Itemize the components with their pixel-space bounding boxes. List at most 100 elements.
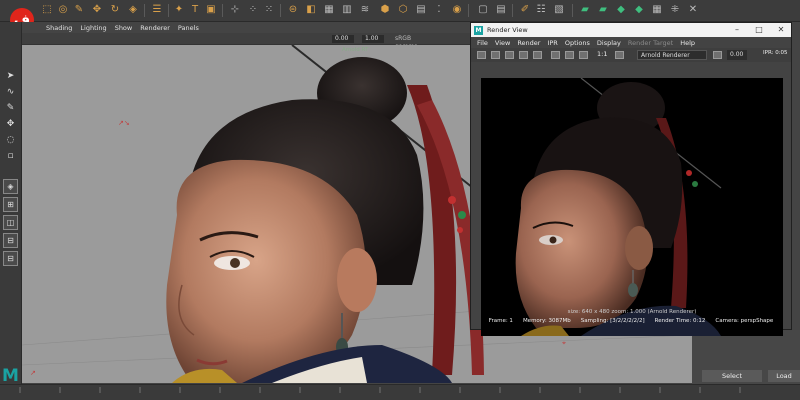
svg-text:↗↘: ↗↘ xyxy=(118,119,130,127)
rv-menu-display[interactable]: Display xyxy=(597,39,621,47)
rv-menu-file[interactable]: File xyxy=(477,39,488,47)
settings-gear-icon[interactable] xyxy=(713,51,722,59)
snap-grid-icon[interactable]: ⁙ xyxy=(262,3,276,17)
ratio-label[interactable]: 1:1 xyxy=(597,50,607,58)
render-time-label: Render Time: 0:12 xyxy=(654,318,706,324)
outliner-icon[interactable]: ▤ xyxy=(494,3,508,17)
render-settings-icon[interactable]: ◆ xyxy=(614,3,628,17)
sparkle-icon[interactable]: ✦ xyxy=(172,3,186,17)
snap-icon[interactable]: ⁘ xyxy=(246,3,260,17)
rv-menu-options[interactable]: Options xyxy=(565,39,590,47)
lasso-tool-icon[interactable]: ∿ xyxy=(3,84,18,99)
render-view-title: Render View xyxy=(487,26,528,34)
gamma-field[interactable]: 1.00 xyxy=(362,35,384,43)
history-icon[interactable]: ☰ xyxy=(150,3,164,17)
rv-menu-render[interactable]: Render xyxy=(517,39,540,47)
lasso-icon[interactable]: ◎ xyxy=(56,3,70,17)
two-pane-layout-icon[interactable]: ◫ xyxy=(3,215,18,230)
move-icon[interactable]: ✥ xyxy=(90,3,104,17)
render-size-info: size: 640 x 480 zoom: 1.000 (Arnold Rend… xyxy=(567,309,697,315)
menu-show[interactable]: Show xyxy=(115,24,133,32)
hypershade-icon[interactable]: ◆ xyxy=(632,3,646,17)
select-arrow-icon[interactable]: ➤ xyxy=(3,68,18,83)
redo-render-icon[interactable] xyxy=(477,51,486,59)
rv-menu-ipr[interactable]: IPR xyxy=(547,39,557,47)
close-tool-icon[interactable]: ✕ xyxy=(686,3,700,17)
uv-icon[interactable]: ▦ xyxy=(650,3,664,17)
viewport-panel-menu: Shading Lighting Show Renderer Panels xyxy=(22,22,472,33)
ipr-icon[interactable] xyxy=(491,51,500,59)
rv-menu-render-target[interactable]: Render Target xyxy=(628,39,673,47)
paint-tool-icon[interactable]: ✎ xyxy=(3,100,18,115)
move-tool-icon[interactable]: ✥ xyxy=(3,116,18,131)
viewport-panel-toolbar: 0.00 1.00 sRGB gamma xyxy=(22,33,472,50)
list-icon[interactable]: ☷ xyxy=(534,3,548,17)
render-view-menubar: File View Render IPR Options Display Ren… xyxy=(471,37,791,48)
cube-icon[interactable]: ⬢ xyxy=(378,3,392,17)
menu-panels[interactable]: Panels xyxy=(178,24,199,32)
single-pane-layout-icon[interactable]: ◈ xyxy=(3,179,18,194)
exposure-field[interactable]: 0.00 xyxy=(332,35,354,43)
scale-tool-icon[interactable]: ▫ xyxy=(3,148,18,163)
four-pane-layout-icon[interactable]: ⊞ xyxy=(3,197,18,212)
zoom-icon[interactable] xyxy=(579,51,588,59)
brush-icon[interactable]: ✐ xyxy=(518,3,532,17)
memory-label: Memory: 3087Mb xyxy=(522,318,571,324)
clapper-icon[interactable]: ◧ xyxy=(304,3,318,17)
sampling-label: Sampling: [3/2/2/2/2/2] xyxy=(580,318,645,324)
node-icon[interactable]: ⁜ xyxy=(668,3,682,17)
load-button[interactable]: Load xyxy=(768,370,800,382)
menu-shading[interactable]: Shading xyxy=(46,24,72,32)
rv-menu-view[interactable]: View xyxy=(495,39,510,47)
close-button[interactable]: ✕ xyxy=(773,23,789,37)
panel-icon[interactable]: ▤ xyxy=(414,3,428,17)
keep-image-icon[interactable] xyxy=(615,51,624,59)
svg-text:⌖: ⌖ xyxy=(562,339,566,347)
grid-icon[interactable]: ▦ xyxy=(322,3,336,17)
menu-renderer[interactable]: Renderer xyxy=(140,24,170,32)
alpha-channel-icon[interactable] xyxy=(565,51,574,59)
paint-select-icon[interactable]: ✎ xyxy=(72,3,86,17)
refresh-icon[interactable] xyxy=(505,51,514,59)
frame-label: Frame: 1 xyxy=(488,318,513,324)
color-space-label[interactable]: sRGB gamma xyxy=(392,35,434,50)
dots-icon[interactable]: ⁚ xyxy=(432,3,446,17)
window-icon[interactable]: ▢ xyxy=(476,3,490,17)
menu-lighting[interactable]: Lighting xyxy=(80,24,106,32)
select-tool-icon[interactable]: ⬚ xyxy=(40,3,54,17)
svg-icon[interactable]: ▣ xyxy=(204,3,218,17)
stacked-layout-icon[interactable]: ⊟ xyxy=(3,233,18,248)
attribute-panel-area: Select Load xyxy=(692,330,800,384)
render-icon[interactable]: ▰ xyxy=(578,3,592,17)
renderer-select[interactable]: Arnold Renderer xyxy=(637,50,707,60)
exposure-input[interactable]: 0.00 xyxy=(727,50,747,60)
pivot-icon[interactable]: ⊹ xyxy=(228,3,242,17)
ipr-time-label: IPR: 0:05 xyxy=(763,50,788,56)
panels-icon[interactable]: ▧ xyxy=(552,3,566,17)
rgb-channel-icon[interactable] xyxy=(551,51,560,59)
rendered-character-image xyxy=(515,78,722,336)
maya-logo: M xyxy=(2,366,19,386)
text-icon[interactable]: T xyxy=(188,3,202,17)
history-toggle-icon[interactable]: ⊜ xyxy=(286,3,300,17)
select-button[interactable]: Select xyxy=(702,370,762,382)
render-view-titlebar[interactable]: M Render View – □ ✕ xyxy=(471,23,791,37)
svg-text:↗: ↗ xyxy=(30,369,36,377)
rv-menu-help[interactable]: Help xyxy=(680,39,695,47)
light-icon[interactable]: ◉ xyxy=(450,3,464,17)
time-slider[interactable] xyxy=(0,384,800,400)
minimize-button[interactable]: – xyxy=(729,23,745,37)
split-layout-icon[interactable]: ⊟ xyxy=(3,251,18,266)
render-region-icon[interactable] xyxy=(519,51,528,59)
scale-icon[interactable]: ◈ xyxy=(126,3,140,17)
layout-icon[interactable]: ▥ xyxy=(340,3,354,17)
render-canvas[interactable]: size: 640 x 480 zoom: 1.000 (Arnold Rend… xyxy=(481,78,783,336)
snapshot-icon[interactable] xyxy=(533,51,542,59)
layers-icon[interactable]: ≋ xyxy=(358,3,372,17)
ipr-render-icon[interactable]: ▰ xyxy=(596,3,610,17)
rotate-tool-icon[interactable]: ◌ xyxy=(3,132,18,147)
box-icon[interactable]: ⬡ xyxy=(396,3,410,17)
rotate-icon[interactable]: ↻ xyxy=(108,3,122,17)
maximize-button[interactable]: □ xyxy=(751,23,767,37)
render-status-bar: Frame: 1 Memory: 3087Mb Sampling: [3/2/2… xyxy=(471,318,791,324)
